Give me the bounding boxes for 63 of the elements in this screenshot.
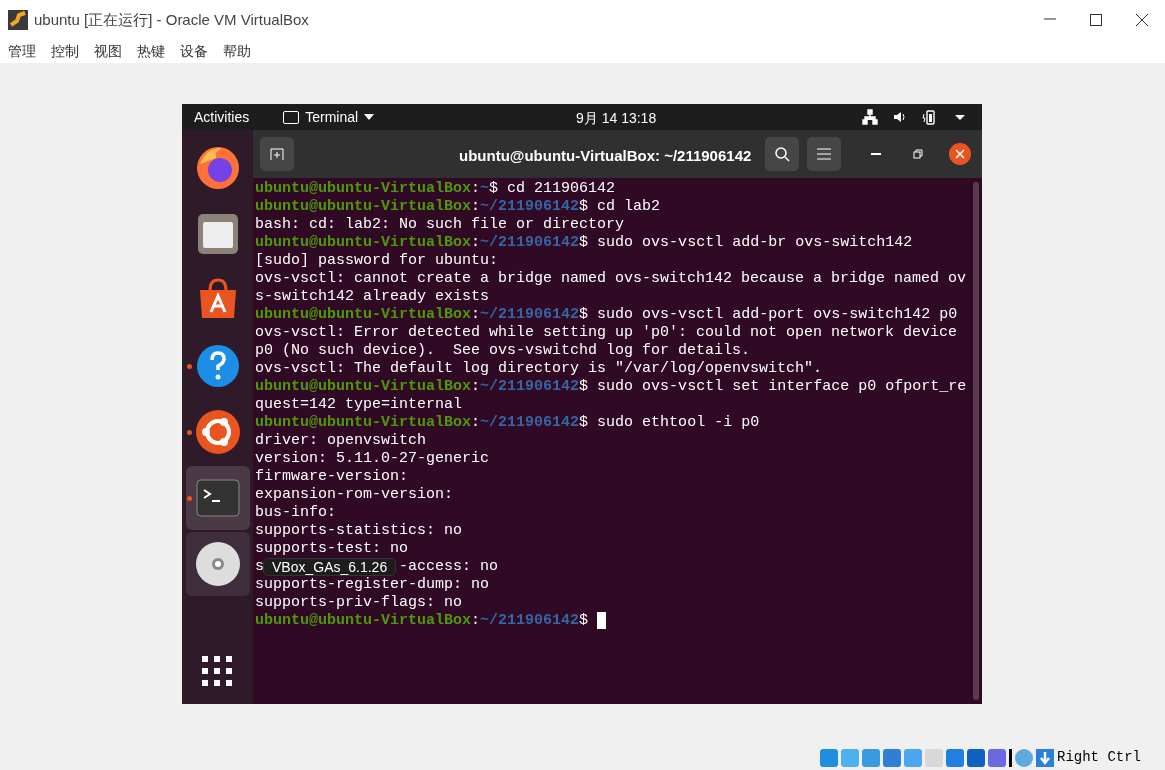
output-line: bash: cd: lab2: No such file or directory <box>255 216 625 234</box>
close-button[interactable] <box>949 143 971 165</box>
app-icon <box>8 10 28 30</box>
restore-icon <box>913 149 923 159</box>
prompt-line: ubuntu@ubuntu-VirtualBox:~/211906142$ sudo ovs-vsctl add-port ovs-switch142 p0 <box>255 306 958 324</box>
prompt-line: ubuntu@ubuntu-VirtualBox:~/211906142$ sudo ovs-vsctl add-br ovs-switch142 <box>255 234 913 252</box>
ubuntu-logo-icon <box>193 408 242 456</box>
minimize-icon <box>871 153 881 155</box>
prompt-line: ubuntu@ubuntu-VirtualBox:~/211906142$ cd lab2 <box>255 198 661 216</box>
disc-icon <box>193 540 242 588</box>
host-key-label: Right Ctrl <box>1057 748 1141 767</box>
menu-icon <box>817 148 831 160</box>
volume-icon[interactable] <box>892 109 908 125</box>
prompt-line: ubuntu@ubuntu-VirtualBox:~/211906142$ sudo ethtool -i p0 <box>255 414 760 432</box>
menu-item[interactable]: 热键 <box>137 41 165 62</box>
window-title: ubuntu [正在运行] - Oracle VM VirtualBox <box>34 9 310 30</box>
output-line: ovs-vsctl: Error detected while setting up 'p0': could not open network device <box>255 324 958 342</box>
output-line: quest=142 type=internal <box>255 396 463 414</box>
menu-item[interactable]: 控制 <box>51 41 79 62</box>
output-line: -access: no <box>399 558 499 576</box>
output-line: bus-info: <box>255 504 336 522</box>
menu-item[interactable]: 管理 <box>8 41 36 62</box>
search-button[interactable] <box>765 137 799 171</box>
output-line: ovs-vsctl: The default log directory is "/var/log/openvswitch". <box>255 360 823 378</box>
menu-item[interactable]: 帮助 <box>223 41 251 62</box>
output-line: firmware-version: <box>255 468 409 486</box>
output-line: ovs-vsctl: cannot create a bridge named ovs-switch142 because a bridge named ov <box>255 270 967 288</box>
output-line: s-switch142 already exists <box>255 288 490 306</box>
output-line: expansion-rom-version: <box>255 486 454 504</box>
scrollbar[interactable] <box>973 182 979 700</box>
activities-button[interactable]: Activities <box>194 106 250 128</box>
output-line: supports-statistics: no <box>255 522 463 540</box>
output-line: driver: openvswitch <box>255 432 427 450</box>
new-tab-icon <box>269 146 285 162</box>
output-line: supports-register-dump: no <box>255 576 490 594</box>
close-icon <box>1136 14 1148 26</box>
menu-button[interactable] <box>807 137 841 171</box>
output-line: s <box>255 558 264 576</box>
output-line: supports-test: no <box>255 540 409 558</box>
output-line: [sudo] password for ubuntu: <box>255 252 499 270</box>
clock[interactable]: 9月 14 13:18 <box>576 108 657 129</box>
maximize-icon <box>1090 14 1102 26</box>
menu-item[interactable]: 设备 <box>180 41 208 62</box>
dock-item[interactable] <box>185 532 250 596</box>
divider-icon <box>1009 748 1012 767</box>
new-tab-button[interactable] <box>260 137 294 171</box>
search-icon <box>774 146 790 162</box>
prompt-line: ubuntu@ubuntu-VirtualBox:~/211906142$ <box>255 612 589 630</box>
prompt-line: ubuntu@ubuntu-VirtualBox:~$ cd 211906142 <box>255 180 616 198</box>
terminal-title: ubuntu@ubuntu-VirtualBox: ~/211906142 <box>459 146 752 166</box>
output-line: version: 5.11.0-27-generic <box>255 450 490 468</box>
app-grid-icon[interactable] <box>202 656 234 688</box>
output-line: p0 (No such device). See ovs-vswitchd log for details. <box>255 342 751 360</box>
menu-item[interactable]: 视图 <box>94 41 122 62</box>
close-icon <box>955 149 965 159</box>
battery-icon[interactable] <box>922 109 938 125</box>
prompt-line: ubuntu@ubuntu-VirtualBox:~/211906142$ sudo ovs-vsctl set interface p0 ofport_re <box>255 378 967 396</box>
caret-icon <box>364 114 375 120</box>
app-menu[interactable]: Terminal <box>305 106 359 128</box>
terminal-icon <box>283 110 300 124</box>
output-line: supports-priv-flags: no <box>255 594 463 612</box>
down-arrow-icon[interactable] <box>1036 748 1054 767</box>
tooltip: VBox_GAs_6.1.26 <box>263 558 397 576</box>
